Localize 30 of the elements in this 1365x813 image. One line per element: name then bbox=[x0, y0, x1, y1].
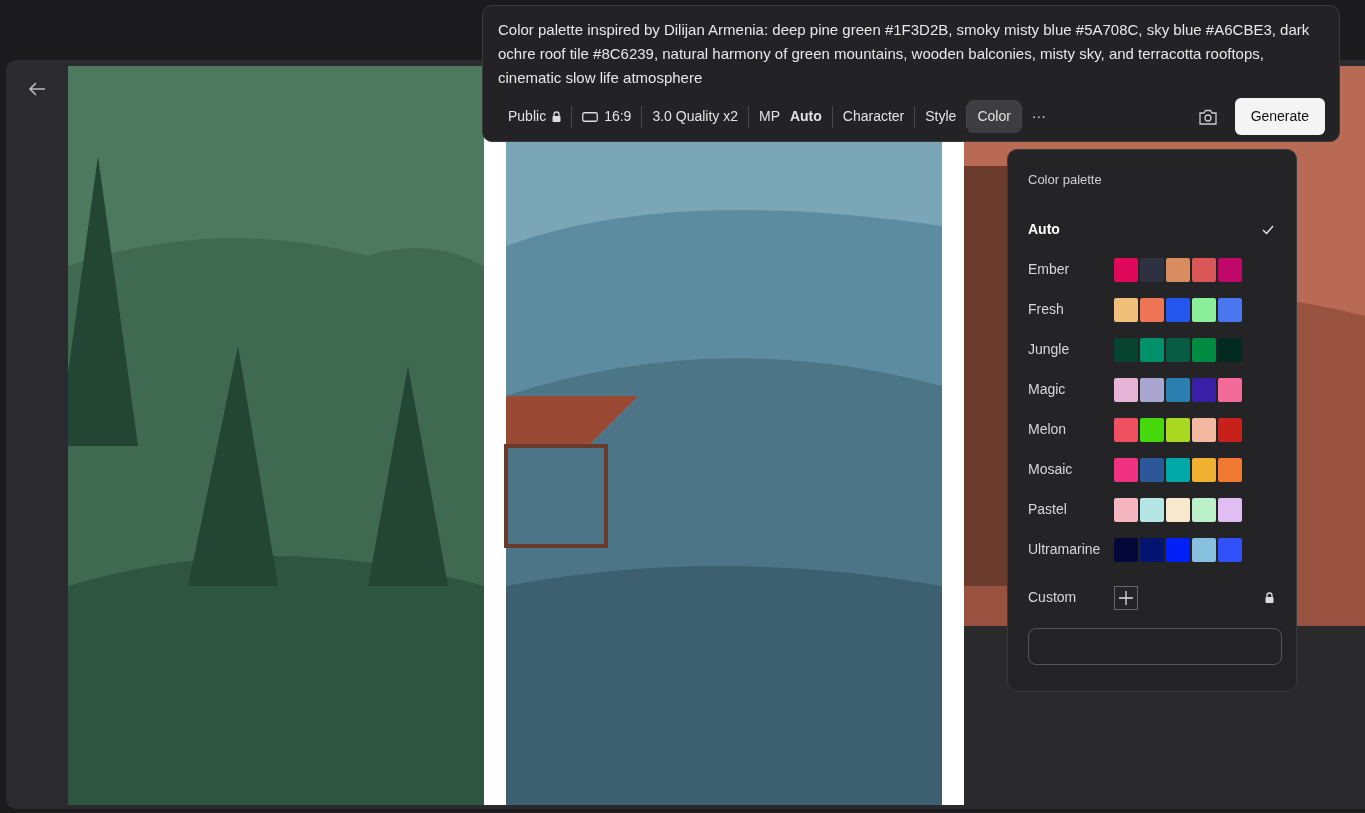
custom-palette-field[interactable] bbox=[1028, 627, 1282, 665]
toolbar-button[interactable]: Style bbox=[915, 100, 967, 133]
palette-option[interactable]: Melon bbox=[1028, 409, 1280, 450]
toolbar-button[interactable]: Color bbox=[967, 100, 1021, 133]
toolbar-button[interactable]: 16:9 bbox=[572, 100, 642, 133]
lock-icon bbox=[552, 111, 562, 122]
toolbar-button[interactable]: 3.0 Quality x2 bbox=[642, 100, 748, 133]
palette-option[interactable]: Ultramarine bbox=[1028, 529, 1280, 570]
toolbar-button[interactable]: Character bbox=[832, 100, 915, 133]
palette-option[interactable]: Ember bbox=[1028, 249, 1280, 290]
palette-option[interactable]: Pastel bbox=[1028, 489, 1280, 530]
back-arrow-icon[interactable] bbox=[28, 82, 46, 96]
palette-option[interactable]: Mosaic bbox=[1028, 449, 1280, 490]
palette-option[interactable]: Auto bbox=[1028, 209, 1280, 250]
palette-option[interactable]: Jungle bbox=[1028, 329, 1280, 370]
generate-button[interactable]: Generate bbox=[1234, 98, 1325, 135]
lock-icon bbox=[1265, 592, 1274, 603]
plus-icon bbox=[1119, 590, 1133, 605]
palette-option[interactable]: Magic bbox=[1028, 369, 1280, 410]
add-color-button[interactable] bbox=[1114, 585, 1138, 610]
aspect-ratio-icon bbox=[582, 111, 599, 122]
palette-option[interactable]: Fresh bbox=[1028, 289, 1280, 330]
custom-label: Custom bbox=[1028, 588, 1078, 607]
toolbar-button[interactable]: Public bbox=[498, 100, 572, 133]
prompt-text[interactable]: Color palette inspired by Dilijan Armenia: deep pine green #1F3D2B, smoky misty blue #5A708C, sky blue #A6CBE3, dark ochre roof tile #8C6239, natural harmony of green mountains, wooden balconies, misty sky, and terracotta rooftops, cinematic slow life atmosphere bbox=[498, 18, 1325, 90]
check-icon bbox=[1262, 224, 1274, 235]
toolbar-button[interactable]: MP Auto bbox=[749, 100, 832, 133]
camera-icon[interactable] bbox=[1198, 108, 1217, 125]
dropdown-title: Color palette bbox=[1028, 171, 1103, 189]
more-button[interactable]: ··· bbox=[1021, 100, 1056, 133]
